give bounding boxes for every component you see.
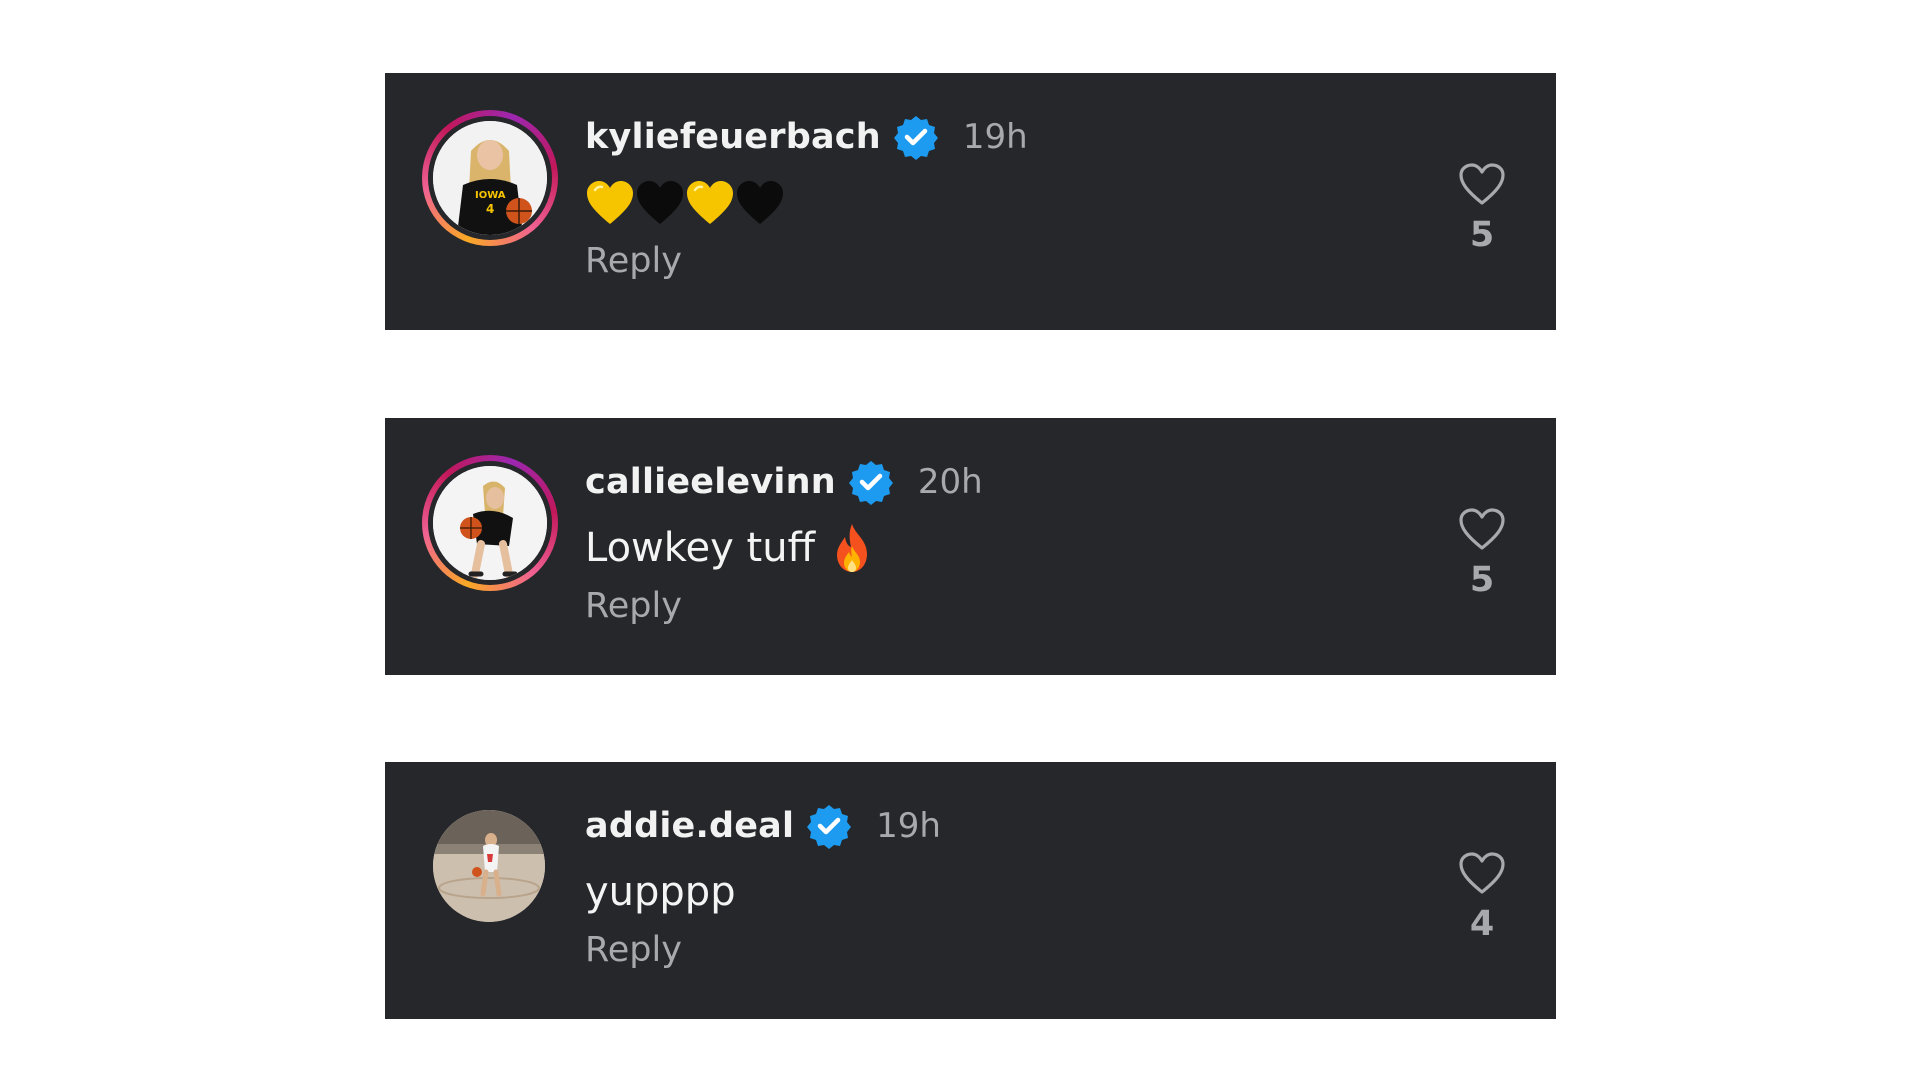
like-count: 5	[1469, 215, 1495, 255]
black-heart-emoji-icon	[635, 180, 685, 226]
comment-card: addie.deal 19h yupppp Reply 4	[385, 762, 1556, 1019]
avatar-no-ring[interactable]	[422, 799, 558, 935]
comment-time: 20h	[917, 462, 983, 502]
avatar-story-ring[interactable]: IOWA 4	[422, 110, 558, 246]
reply-button[interactable]: Reply	[585, 586, 682, 626]
like-count: 5	[1469, 560, 1495, 600]
comment-card: callieelevinn 20h Lowkey tuff Reply 5	[385, 418, 1556, 675]
like-column: 4	[1452, 850, 1512, 944]
avatar-photo-basketball-player	[433, 810, 545, 922]
verified-badge-icon	[893, 114, 939, 160]
comment-text	[585, 176, 785, 230]
verified-badge-icon	[806, 803, 852, 849]
comment-header: addie.deal 19h	[585, 802, 941, 850]
heart-outline-icon[interactable]	[1457, 506, 1507, 552]
yellow-heart-emoji-icon	[685, 180, 735, 226]
svg-text:4: 4	[486, 202, 494, 216]
reply-button[interactable]: Reply	[585, 241, 682, 281]
like-count: 4	[1469, 904, 1495, 944]
fire-emoji-icon	[829, 522, 875, 574]
heart-outline-icon[interactable]	[1457, 850, 1507, 896]
black-heart-emoji-icon	[735, 180, 785, 226]
username[interactable]: addie.deal	[585, 806, 794, 846]
comment-text-body: Lowkey tuff	[585, 525, 816, 571]
avatar-photo-basketball-player	[433, 466, 547, 580]
comment-time: 19h	[962, 117, 1028, 157]
comment-text: Lowkey tuff	[585, 521, 875, 575]
svg-text:IOWA: IOWA	[475, 190, 506, 201]
avatar-photo-basketball-player: IOWA 4	[433, 121, 547, 235]
avatar	[433, 466, 547, 580]
reply-button[interactable]: Reply	[585, 930, 682, 970]
comment-card: IOWA 4 kyliefeuerbach 19h Reply 5	[385, 73, 1556, 330]
heart-outline-icon[interactable]	[1457, 161, 1507, 207]
username[interactable]: kyliefeuerbach	[585, 117, 881, 157]
yellow-heart-emoji-icon	[585, 180, 635, 226]
comment-text-body: yupppp	[585, 869, 736, 915]
comment-time: 19h	[876, 806, 941, 846]
verified-badge-icon	[848, 459, 894, 505]
avatar: IOWA 4	[433, 121, 547, 235]
avatar-story-ring[interactable]	[422, 455, 558, 591]
username[interactable]: callieelevinn	[585, 462, 836, 502]
like-column: 5	[1452, 506, 1512, 600]
comment-header: callieelevinn 20h	[585, 458, 983, 506]
avatar	[433, 810, 545, 922]
comment-header: kyliefeuerbach 19h	[585, 113, 1028, 161]
like-column: 5	[1452, 161, 1512, 255]
comment-text: yupppp	[585, 865, 736, 919]
